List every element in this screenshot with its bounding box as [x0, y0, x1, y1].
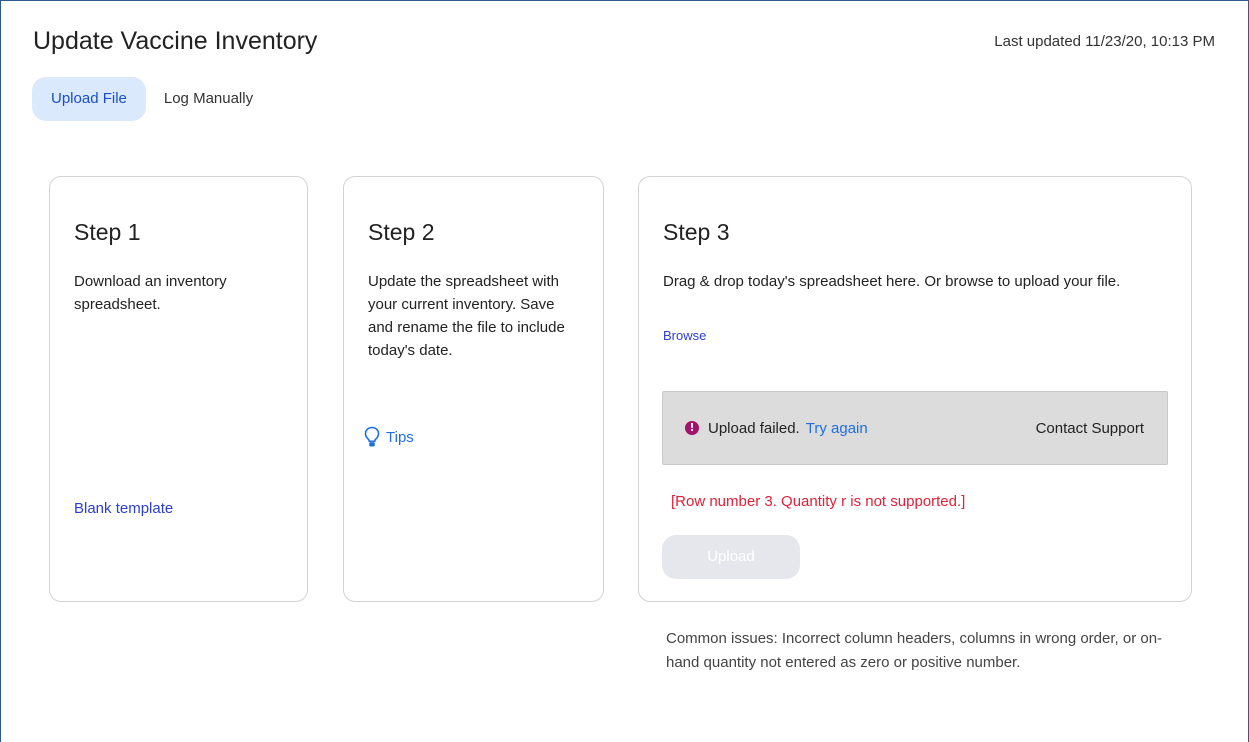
tips-label: Tips [386, 428, 414, 446]
step-1-title: Step 1 [74, 219, 141, 245]
contact-support-link[interactable]: Contact Support [1036, 420, 1144, 437]
last-updated-timestamp: Last updated 11/23/20, 10:13 PM [994, 33, 1215, 50]
step-2-card: Step 2 Update the spreadsheet with your … [343, 176, 604, 602]
step-2-description: Update the spreadsheet with your current… [368, 273, 565, 359]
browse-link[interactable]: Browse [663, 328, 706, 343]
step-2-title: Step 2 [368, 219, 435, 245]
step-3-description: Drag & drop today's spreadsheet here. Or… [663, 273, 1121, 290]
blank-template-link[interactable]: Blank template [74, 500, 173, 517]
step-3-title: Step 3 [663, 219, 730, 245]
lightbulb-icon [364, 426, 380, 447]
tips-link[interactable]: Tips [364, 426, 414, 448]
tab-bar: Upload File Log Manually [32, 77, 272, 121]
try-again-link[interactable]: Try again [806, 420, 868, 437]
upload-failed-message: Upload failed. [708, 419, 800, 437]
error-icon: ! [685, 421, 699, 435]
step-1-description: Download an inventory spreadsheet. [74, 273, 227, 313]
error-detail-message: [Row number 3. Quantity r is not support… [671, 493, 966, 510]
upload-failed-alert: ! Upload failed. Try again Contact Suppo… [662, 391, 1168, 465]
step-1-card: Step 1 Download an inventory spreadsheet… [49, 176, 308, 602]
tab-log-manually[interactable]: Log Manually [146, 77, 272, 121]
page-title: Update Vaccine Inventory [33, 27, 318, 55]
tab-upload-file[interactable]: Upload File [32, 77, 146, 121]
common-issues-note: Common issues: Incorrect column headers,… [666, 630, 1163, 671]
upload-button[interactable]: Upload [662, 535, 800, 579]
step-3-card[interactable]: Step 3 Drag & drop today's spreadsheet h… [638, 176, 1192, 602]
